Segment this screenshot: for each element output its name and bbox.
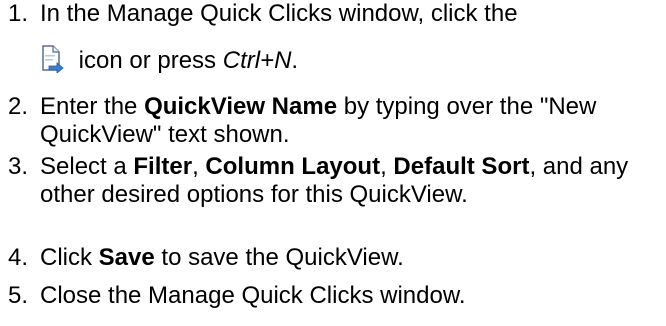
step-text: In the Manage Quick Clicks window, click… <box>40 0 518 27</box>
step-number: 4. <box>8 244 29 271</box>
new-document-icon <box>40 45 64 73</box>
step-text: Select a <box>40 153 134 180</box>
step-1: 1. In the Manage Quick Clicks window, cl… <box>0 0 666 75</box>
step-number: 2. <box>8 93 29 120</box>
step-text: icon or press <box>72 47 223 74</box>
option-name: Column Layout <box>205 153 381 180</box>
step-text: to save the QuickView. <box>154 244 404 271</box>
step-4: 4. Click Save to save the QuickView. <box>0 244 666 272</box>
step-2: 2. Enter the QuickView Name by typing ov… <box>0 93 666 149</box>
step-3: 3. Select a Filter, Column Layout, Defau… <box>0 153 666 209</box>
step-number: 1. <box>8 0 29 27</box>
separator: , <box>192 153 206 180</box>
step-line: icon or press Ctrl+N. <box>40 45 660 75</box>
step-5: 5. Close the Manage Quick Clicks window. <box>0 282 666 310</box>
field-name: QuickView Name <box>144 93 338 120</box>
step-text: Click <box>40 244 99 271</box>
option-name: Default Sort <box>393 153 530 180</box>
step-text: . <box>291 47 299 74</box>
button-name: Save <box>98 244 155 271</box>
step-text: Close the Manage Quick Clicks window. <box>40 282 466 309</box>
step-number: 3. <box>8 153 29 180</box>
option-name: Filter <box>133 153 193 180</box>
step-text: Enter the <box>40 93 145 120</box>
step-number: 5. <box>8 282 29 309</box>
separator: , <box>380 153 394 180</box>
keyboard-shortcut: Ctrl+N <box>222 47 292 74</box>
